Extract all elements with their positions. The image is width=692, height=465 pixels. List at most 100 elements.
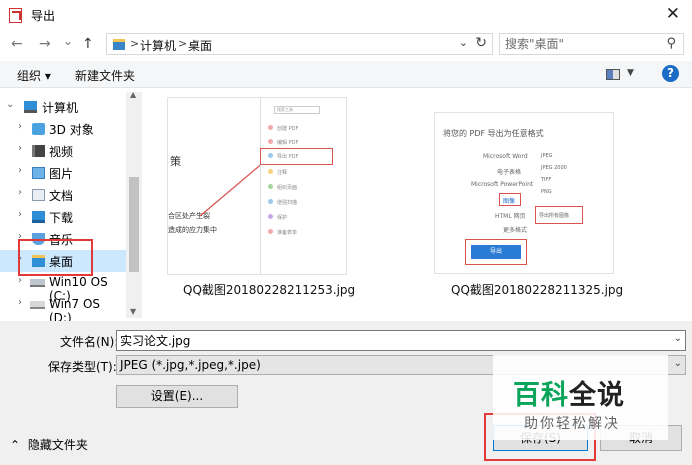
preview-title: 将您的 PDF 导出为任意格式: [443, 129, 544, 138]
preview-menu-item: 保护: [268, 214, 287, 221]
search-input[interactable]: [505, 35, 660, 53]
hide-folders-label: 隐藏文件夹: [27, 438, 88, 452]
downloads-icon: [32, 211, 45, 223]
breadcrumb-computer[interactable]: 计算机: [140, 37, 176, 54]
pdf-icon: [9, 8, 22, 23]
drive-icon: [30, 301, 45, 309]
pictures-icon: [32, 167, 45, 179]
tree-item-pictures[interactable]: › 图片: [0, 162, 126, 184]
watermark-logo: 百科全说 助你轻松解决: [493, 355, 668, 440]
chevron-up-icon[interactable]: ⌃: [10, 438, 20, 452]
chevron-down-icon[interactable]: ⌄: [459, 36, 468, 49]
watermark-subtitle: 助你轻松解决: [524, 416, 620, 432]
preview-search-box: 搜索工具: [274, 106, 320, 114]
preview-menu-item: 编辑 PDF: [268, 139, 298, 146]
file-name-label[interactable]: QQ截图20180228211253.jpg: [183, 281, 355, 298]
preview-option: JPEG: [541, 153, 553, 159]
address-bar[interactable]: > 计算机 > 桌面 ⌄ ↻: [106, 33, 493, 55]
preview-checkbox: 导出所有图像: [539, 213, 570, 219]
refresh-icon[interactable]: ↻: [475, 35, 487, 51]
filetype-value: JPEG (*.jpg,*.jpeg,*.jpe): [120, 358, 261, 372]
breadcrumb-separator[interactable]: >: [178, 37, 187, 50]
close-icon[interactable]: ✕: [666, 4, 680, 24]
preview-format: Microsoft PowerPoint: [471, 181, 534, 188]
help-icon[interactable]: ?: [662, 65, 679, 82]
chevron-right-icon[interactable]: ›: [18, 209, 22, 220]
tree-item-label: 视频: [49, 145, 74, 159]
organize-button[interactable]: 组织 ▾: [17, 67, 51, 84]
drive-icon: [30, 279, 45, 287]
view-dropdown-icon[interactable]: ▼: [627, 68, 634, 78]
watermark-title: 百科全说: [513, 380, 625, 411]
back-arrow-icon[interactable]: ←: [11, 36, 23, 52]
preview-export-button: 导出: [471, 245, 521, 259]
filetype-label: 保存类型(T):: [48, 360, 117, 374]
tree-item-label: 计算机: [42, 101, 79, 115]
tree-item-documents[interactable]: › 文档: [0, 184, 126, 206]
annotation-arrow: [199, 161, 265, 217]
chevron-right-icon[interactable]: ›: [18, 143, 22, 154]
preview-menu-item: 注释: [268, 169, 287, 176]
tree-item-label: 图片: [49, 167, 74, 181]
file-thumbnail[interactable]: 策 合区处产生裂 造成的应力集中 搜索工具 创建 PDF 编辑 PDF 导出 P…: [167, 97, 347, 275]
preview-format: 图像: [503, 198, 516, 205]
preview-menu-item: 准备表单: [268, 229, 297, 236]
settings-button[interactable]: 设置(E)...: [116, 385, 238, 408]
breadcrumb-desktop[interactable]: 桌面: [188, 37, 212, 54]
tree-item-drive-d[interactable]: › Win7 OS (D:): [0, 294, 126, 325]
search-box[interactable]: ⚲: [499, 33, 684, 55]
toolbar: 组织 ▾ 新建文件夹 ▼ ?: [0, 61, 692, 88]
preview-menu-item: 创建 PDF: [268, 125, 298, 132]
tree-item-3d-objects[interactable]: › 3D 对象: [0, 118, 126, 140]
preview-heading: 策: [170, 155, 181, 168]
history-dropdown-icon[interactable]: ⌄: [63, 34, 73, 48]
chevron-right-icon[interactable]: ›: [18, 297, 22, 308]
scroll-up-icon[interactable]: ▲: [130, 90, 136, 99]
search-icon[interactable]: ⚲: [666, 36, 676, 51]
new-folder-button[interactable]: 新建文件夹: [75, 67, 135, 84]
scroll-down-icon[interactable]: ▼: [130, 307, 136, 316]
chevron-down-icon[interactable]: ⌄: [674, 333, 682, 344]
tree-item-downloads[interactable]: › 下载: [0, 206, 126, 228]
chevron-right-icon[interactable]: ›: [18, 121, 22, 132]
chevron-down-icon[interactable]: ⌄: [674, 358, 682, 369]
documents-icon: [32, 189, 45, 201]
chevron-right-icon[interactable]: ›: [18, 165, 22, 176]
preview-format: HTML 网页: [495, 213, 526, 220]
view-options-icon[interactable]: [606, 69, 620, 80]
preview-format: 更多格式: [503, 227, 528, 234]
breadcrumb-separator[interactable]: >: [130, 37, 139, 50]
filename-label: 文件名(N):: [60, 335, 119, 349]
tree-item-label: 3D 对象: [49, 123, 94, 137]
folder-icon: [113, 39, 125, 50]
preview-format: 电子表格: [497, 169, 522, 176]
navigation-scrollbar[interactable]: ▲ ▼: [126, 90, 142, 318]
window-title: 导出: [31, 9, 56, 23]
tree-item-computer[interactable]: ⌄ 计算机: [0, 96, 126, 118]
preview-body-line: 造成的应力集中: [168, 226, 217, 234]
forward-arrow-icon[interactable]: →: [39, 36, 51, 52]
hide-folders-toggle[interactable]: ⌃ 隐藏文件夹: [10, 436, 88, 453]
computer-icon: [24, 101, 37, 113]
filename-field[interactable]: ⌄: [116, 330, 686, 351]
file-name-label[interactable]: QQ截图20180228211325.jpg: [451, 281, 623, 298]
highlight-box: [18, 239, 93, 276]
chevron-down-icon[interactable]: ⌄: [6, 99, 14, 110]
title-bar: 导出 ✕: [0, 0, 692, 30]
tree-item-label: 文档: [49, 189, 74, 203]
preview-option: JPEG 2000: [541, 165, 567, 171]
tree-item-video[interactable]: › 视频: [0, 140, 126, 162]
3d-objects-icon: [32, 123, 45, 135]
preview-menu-item: 组织页面: [268, 184, 297, 191]
chevron-right-icon[interactable]: ›: [18, 275, 22, 286]
video-icon: [32, 145, 45, 157]
tree-item-label: 下载: [49, 211, 74, 225]
preview-option: PNG: [541, 189, 552, 195]
scrollbar-thumb[interactable]: [129, 177, 139, 272]
preview-format: Microsoft Word: [483, 153, 528, 160]
filename-input[interactable]: [120, 332, 660, 349]
file-thumbnail[interactable]: 将您的 PDF 导出为任意格式 Microsoft Word 电子表格 Micr…: [434, 112, 614, 274]
up-arrow-icon[interactable]: ↑: [82, 36, 94, 52]
chevron-right-icon[interactable]: ›: [18, 187, 22, 198]
preview-menu-item: 导出 PDF: [268, 153, 298, 160]
